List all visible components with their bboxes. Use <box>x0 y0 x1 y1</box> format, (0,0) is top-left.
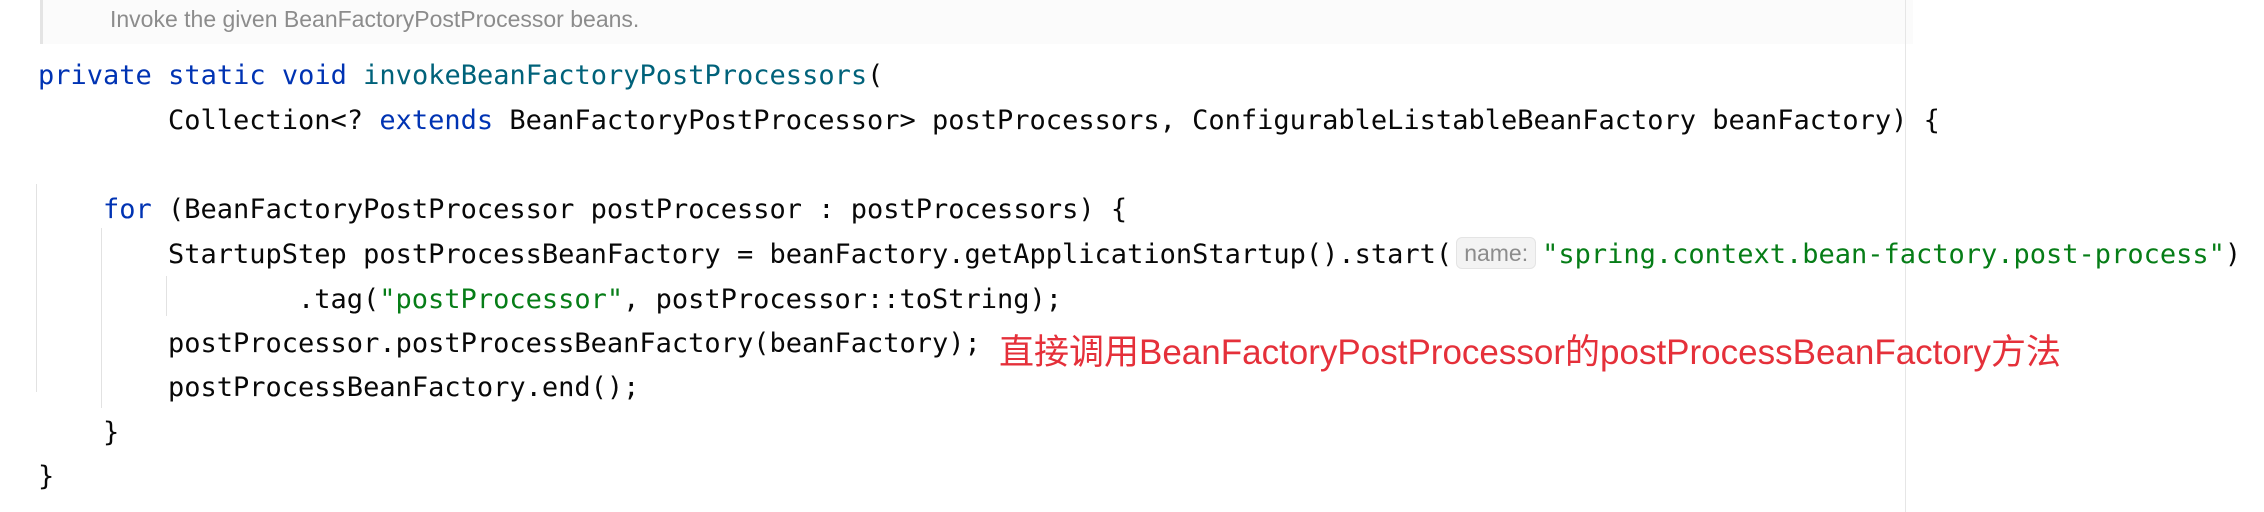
keyword-private: private <box>38 60 152 91</box>
annotation-text: 直接调用BeanFactoryPostProcessor的postProcess… <box>999 333 2062 372</box>
close-paren: ) <box>2224 239 2242 270</box>
string-literal: "spring.context.bean-factory.post-proces… <box>1542 239 2225 270</box>
code-line-4[interactable]: StartupStep postProcessBeanFactory = bea… <box>168 235 2241 275</box>
keyword-void: void <box>281 60 347 91</box>
method-name: invokeBeanFactoryPostProcessors <box>363 60 868 91</box>
rendered-doc-comment: Invoke the given BeanFactoryPostProcesso… <box>40 0 1913 44</box>
code-text: BeanFactoryPostProcessor> postProcessors… <box>493 105 1940 136</box>
keyword-for: for <box>103 194 152 225</box>
code-line-2[interactable]: Collection<? extends BeanFactoryPostProc… <box>168 101 1940 141</box>
code-text: Collection<? <box>168 105 380 136</box>
code-line-9[interactable]: } <box>38 457 54 497</box>
code-line-8[interactable]: } <box>103 413 119 453</box>
indent-guide <box>101 228 102 408</box>
code-line-6[interactable]: postProcessor.postProcessBeanFactory(bea… <box>168 324 981 364</box>
parameter-name-hint: name: <box>1456 237 1537 269</box>
code-line-1[interactable]: private static void invokeBeanFactoryPos… <box>38 56 883 96</box>
code-line-5[interactable]: .tag("postProcessor", postProcessor::toS… <box>298 280 1062 320</box>
string-literal: "postProcessor" <box>379 284 624 315</box>
open-paren: ( <box>867 60 884 91</box>
doc-comment-text: Invoke the given BeanFactoryPostProcesso… <box>110 6 640 32</box>
code-line-3[interactable]: for (BeanFactoryPostProcessor postProces… <box>103 190 1127 230</box>
code-text: , postProcessor::toString); <box>623 284 1063 315</box>
code-line-7[interactable]: postProcessBeanFactory.end(); <box>168 368 639 408</box>
code-text: .tag( <box>298 284 380 315</box>
code-editor[interactable]: Invoke the given BeanFactoryPostProcesso… <box>0 0 2264 512</box>
keyword-static: static <box>168 60 266 91</box>
keyword-extends: extends <box>379 105 494 136</box>
indent-guide <box>166 276 167 316</box>
code-text: (BeanFactoryPostProcessor postProcessor … <box>151 194 1128 225</box>
code-text: StartupStep postProcessBeanFactory = bea… <box>168 239 1453 270</box>
indent-guide <box>36 184 37 392</box>
